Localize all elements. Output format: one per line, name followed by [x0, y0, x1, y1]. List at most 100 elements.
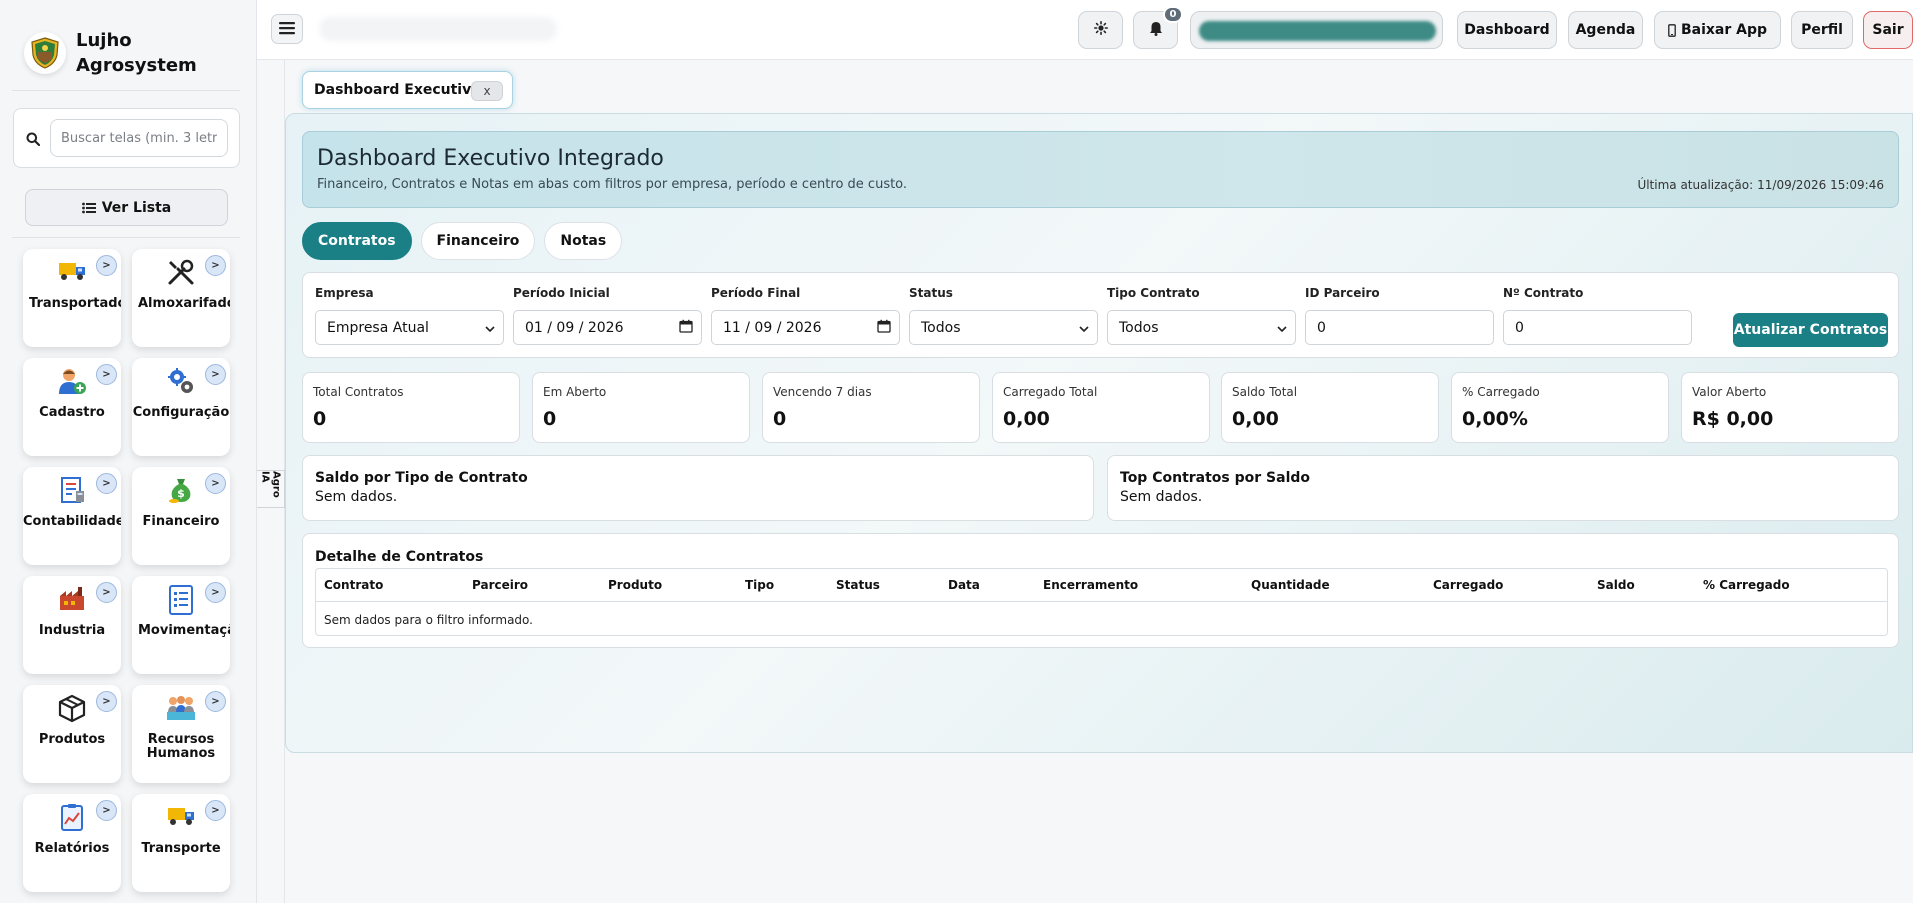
filter-label: Nº Contrato: [1503, 286, 1584, 300]
chevron-right-icon[interactable]: >: [96, 473, 117, 494]
module-tile-transporte[interactable]: Transporte >: [132, 794, 230, 892]
agenda-button-label: Agenda: [1575, 22, 1636, 38]
column-header[interactable]: Saldo: [1597, 578, 1635, 592]
empresa-select[interactable]: Empresa Atual: [315, 310, 504, 345]
chevron-right-icon[interactable]: >: [96, 800, 117, 821]
kpi-label: Em Aberto: [543, 385, 607, 399]
column-header[interactable]: Carregado: [1433, 578, 1503, 592]
chevron-right-icon[interactable]: >: [205, 364, 226, 385]
module-tile-produtos[interactable]: Produtos >: [23, 685, 121, 783]
menu-toggle-button[interactable]: [271, 14, 303, 44]
kpi-percent-carregado: % Carregado 0,00%: [1451, 372, 1669, 443]
notifications-button[interactable]: 0: [1133, 6, 1183, 49]
n-contrato-input[interactable]: 0: [1503, 310, 1692, 345]
module-label: Relatórios: [34, 841, 110, 856]
chevron-right-icon[interactable]: >: [96, 255, 117, 276]
module-label: Recursos Humanos: [146, 732, 216, 761]
column-header[interactable]: % Carregado: [1703, 578, 1790, 592]
filter-label: Período Inicial: [513, 286, 610, 300]
chevron-right-icon[interactable]: >: [96, 582, 117, 603]
status-value: Todos: [921, 319, 961, 336]
search-input[interactable]: [50, 119, 228, 157]
hamburger-icon: [279, 20, 295, 39]
module-tile-transportador[interactable]: Transportador >: [23, 249, 121, 347]
status-select[interactable]: Todos: [909, 310, 1098, 345]
sair-button-label: Sair: [1872, 22, 1904, 38]
chevron-right-icon[interactable]: >: [205, 691, 226, 712]
user-info-pill[interactable]: [1190, 11, 1443, 49]
tab-financeiro[interactable]: Financeiro: [420, 222, 536, 260]
column-header[interactable]: Status: [836, 578, 880, 592]
kpi-label: Valor Aberto: [1692, 385, 1767, 399]
filter-periodo-final: Período Final 11 / 09 / 2026: [711, 286, 900, 345]
saldo-por-tipo-card: Saldo por Tipo de Contrato Sem dados.: [302, 455, 1094, 521]
module-tile-industria[interactable]: Industria >: [23, 576, 121, 674]
module-tile-almoxarifado[interactable]: Almoxarifado >: [132, 249, 230, 347]
filter-empresa: Empresa Empresa Atual: [315, 286, 504, 345]
module-tile-recursos-humanos[interactable]: Recursos Humanos >: [132, 685, 230, 783]
id-parceiro-input[interactable]: 0: [1305, 310, 1494, 345]
column-header[interactable]: Contrato: [324, 578, 383, 592]
module-tile-relatorios[interactable]: Relatórios >: [23, 794, 121, 892]
kpi-saldo-total: Saldo Total 0,00: [1221, 372, 1439, 443]
chevron-right-icon[interactable]: >: [205, 473, 226, 494]
module-tile-contabilidade[interactable]: Contabilidade >: [23, 467, 121, 565]
chevron-right-icon[interactable]: >: [205, 255, 226, 276]
contract-filters: Empresa Empresa Atual Período Inicial 01…: [302, 272, 1899, 358]
dashboard-button[interactable]: Dashboard: [1457, 11, 1557, 49]
agro-ia-tab[interactable]: Agro IA: [257, 470, 285, 508]
filter-label: Empresa: [315, 286, 374, 300]
filter-label: Status: [909, 286, 953, 300]
module-tile-configuracao[interactable]: Configuração >: [132, 358, 230, 456]
atualizar-contratos-button[interactable]: Atualizar Contratos: [1733, 313, 1888, 347]
module-tile-financeiro[interactable]: $ Financeiro >: [132, 467, 230, 565]
tipo-contrato-value: Todos: [1119, 319, 1159, 336]
close-tab-button[interactable]: x: [471, 81, 503, 101]
tab-notas[interactable]: Notas: [544, 222, 623, 260]
kpi-value: 0: [313, 408, 327, 430]
periodo-inicial-date-input[interactable]: 01 / 09 / 2026: [513, 310, 702, 345]
n-contrato-value: 0: [1515, 319, 1524, 336]
top-contratos-card: Top Contratos por Saldo Sem dados.: [1107, 455, 1899, 521]
last-update-label: Última atualização:: [1637, 178, 1754, 192]
chevron-right-icon[interactable]: >: [96, 364, 117, 385]
periodo-final-date-input[interactable]: 11 / 09 / 2026: [711, 310, 900, 345]
module-tile-cadastro[interactable]: Cadastro >: [23, 358, 121, 456]
module-label: Contabilidade: [23, 514, 121, 529]
baixar-app-button[interactable]: Baixar App: [1654, 11, 1781, 49]
column-header[interactable]: Quantidade: [1251, 578, 1330, 592]
card-title: Top Contratos por Saldo: [1120, 470, 1311, 486]
blurred-company-name: [319, 17, 557, 41]
module-tile-movimentacao[interactable]: Movimentação >: [132, 576, 230, 674]
chevron-right-icon[interactable]: >: [205, 582, 226, 603]
theme-toggle-button[interactable]: [1078, 11, 1123, 49]
chevron-down-icon: [1277, 320, 1287, 336]
dashboard-button-label: Dashboard: [1464, 22, 1550, 38]
column-header[interactable]: Tipo: [745, 578, 774, 592]
tipo-contrato-select[interactable]: Todos: [1107, 310, 1296, 345]
last-update: Última atualização: 11/09/2026 15:09:46: [1637, 178, 1884, 192]
brand-name-line2: Agrosystem: [76, 55, 197, 76]
brand[interactable]: Lujho Agrosystem: [24, 28, 197, 78]
column-header[interactable]: Data: [948, 578, 980, 592]
logo-icon: [24, 32, 66, 74]
agenda-button[interactable]: Agenda: [1568, 11, 1643, 49]
ver-lista-button[interactable]: Ver Lista: [25, 189, 228, 226]
perfil-button[interactable]: Perfil: [1791, 11, 1853, 49]
column-header[interactable]: Encerramento: [1043, 578, 1138, 592]
tab-contratos[interactable]: Contratos: [302, 222, 412, 260]
search-icon: [26, 131, 41, 150]
document-tab-dashboard[interactable]: Dashboard Executivo x: [302, 71, 513, 109]
kpi-label: Total Contratos: [313, 385, 404, 399]
kpi-valor-aberto: Valor Aberto R$ 0,00: [1681, 372, 1899, 443]
kpi-label: Saldo Total: [1232, 385, 1298, 399]
column-header[interactable]: Parceiro: [472, 578, 528, 592]
chevron-right-icon[interactable]: >: [96, 691, 117, 712]
brand-name-line1: Lujho: [76, 30, 132, 51]
sair-button[interactable]: Sair: [1863, 11, 1913, 49]
chevron-right-icon[interactable]: >: [205, 800, 226, 821]
agro-ia-label: Agro IA: [259, 471, 282, 498]
sidebar: Lujho Agrosystem Ver Lista Transportador…: [0, 0, 257, 903]
filter-label: Tipo Contrato: [1107, 286, 1200, 300]
column-header[interactable]: Produto: [608, 578, 662, 592]
